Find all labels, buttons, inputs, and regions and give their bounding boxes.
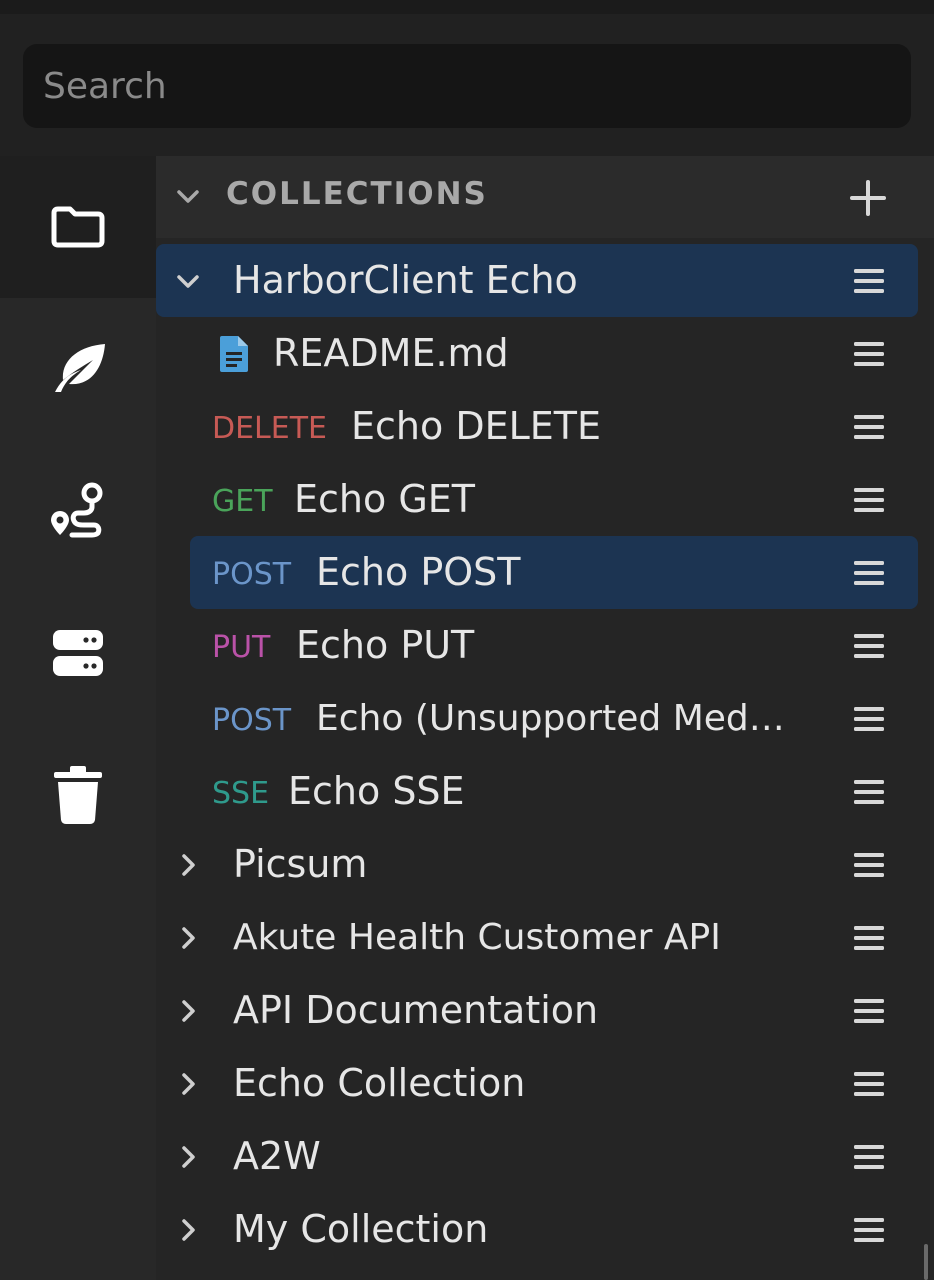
chevron-right-icon[interactable] — [174, 1140, 202, 1174]
chevron-right-icon[interactable] — [174, 994, 202, 1028]
request-row-echo-get[interactable]: GET Echo GET — [156, 463, 918, 536]
request-row-echo-unsupported[interactable]: POST Echo (Unsupported Med… — [156, 682, 918, 755]
collections-panel: COLLECTIONS HarborClient Echo README.md … — [156, 156, 934, 1280]
method-badge: DELETE — [212, 411, 328, 446]
collections-title: COLLECTIONS — [226, 176, 488, 212]
top-strip — [0, 0, 934, 14]
collection-label: Picsum — [233, 842, 368, 886]
leaf-icon — [47, 340, 109, 398]
collection-row-api-documentation[interactable]: API Documentation — [156, 974, 918, 1047]
menu-icon[interactable] — [852, 557, 886, 589]
collection-row-akute-health[interactable]: Akute Health Customer API — [156, 901, 918, 974]
request-row-echo-put[interactable]: PUT Echo PUT — [156, 609, 918, 682]
folder-icon — [48, 203, 108, 251]
menu-icon[interactable] — [852, 338, 886, 370]
request-label: Echo PUT — [296, 623, 475, 667]
menu-icon[interactable] — [852, 995, 886, 1027]
menu-icon[interactable] — [852, 484, 886, 516]
menu-icon[interactable] — [852, 265, 886, 297]
scrollbar-thumb[interactable] — [924, 1244, 928, 1280]
menu-icon[interactable] — [852, 776, 886, 808]
trash-icon — [52, 764, 104, 826]
menu-icon[interactable] — [852, 1068, 886, 1100]
rail-servers-button[interactable] — [0, 582, 156, 724]
collection-label: Echo Collection — [233, 1061, 526, 1105]
collection-row-picsum[interactable]: Picsum — [156, 828, 918, 901]
collection-row-echo-collection[interactable]: Echo Collection — [156, 1047, 918, 1120]
method-badge: GET — [212, 484, 273, 519]
collection-row-harborclient-echo[interactable]: HarborClient Echo — [156, 244, 918, 317]
request-label: Echo GET — [294, 477, 475, 521]
request-label: Echo (Unsupported Med… — [316, 698, 785, 739]
collection-label: API Documentation — [233, 988, 599, 1032]
menu-icon[interactable] — [852, 630, 886, 662]
collection-label: HarborClient Echo — [233, 258, 578, 302]
menu-icon[interactable] — [852, 411, 886, 443]
request-row-echo-post[interactable]: POST Echo POST — [190, 536, 918, 609]
menu-icon[interactable] — [852, 1214, 886, 1246]
chevron-right-icon[interactable] — [174, 1067, 202, 1101]
app-window: COLLECTIONS HarborClient Echo — [0, 0, 934, 1280]
search-area — [0, 14, 934, 156]
method-badge: PUT — [212, 630, 271, 665]
rail-collections-button[interactable] — [0, 156, 156, 298]
search-input[interactable] — [23, 44, 911, 128]
chevron-right-icon[interactable] — [174, 848, 202, 882]
request-row-echo-delete[interactable]: DELETE Echo DELETE — [156, 390, 918, 463]
chevron-right-icon[interactable] — [174, 1213, 202, 1247]
document-icon — [218, 334, 250, 378]
rail-environments-button[interactable] — [0, 298, 156, 440]
search-box[interactable] — [23, 44, 911, 128]
collection-row-my-collection[interactable]: My Collection — [156, 1193, 918, 1266]
collection-label: Akute Health Customer API — [233, 917, 721, 958]
chevron-down-icon[interactable] — [174, 178, 202, 214]
rail-flows-button[interactable] — [0, 440, 156, 582]
chevron-down-icon[interactable] — [174, 264, 202, 298]
plus-icon[interactable] — [846, 176, 890, 220]
activity-rail — [0, 156, 156, 1280]
menu-icon[interactable] — [852, 849, 886, 881]
rail-trash-button[interactable] — [0, 724, 156, 866]
collections-header[interactable]: COLLECTIONS — [156, 156, 934, 238]
request-row-readme[interactable]: README.md — [156, 317, 918, 390]
method-badge: POST — [212, 557, 292, 592]
route-icon — [48, 481, 108, 541]
request-label: README.md — [273, 331, 509, 375]
collection-label: My Collection — [233, 1207, 489, 1251]
menu-icon[interactable] — [852, 922, 886, 954]
request-label: Echo SSE — [288, 769, 465, 813]
request-label: Echo POST — [316, 550, 521, 594]
menu-icon[interactable] — [852, 703, 886, 735]
server-icon — [50, 627, 106, 679]
request-label: Echo DELETE — [351, 404, 601, 448]
collection-label: A2W — [233, 1134, 321, 1178]
request-row-echo-sse[interactable]: SSE Echo SSE — [156, 755, 918, 828]
method-badge: POST — [212, 703, 292, 738]
collection-row-a2w[interactable]: A2W — [156, 1120, 918, 1193]
menu-icon[interactable] — [852, 1141, 886, 1173]
chevron-right-icon[interactable] — [174, 921, 202, 955]
method-badge: SSE — [212, 776, 270, 811]
